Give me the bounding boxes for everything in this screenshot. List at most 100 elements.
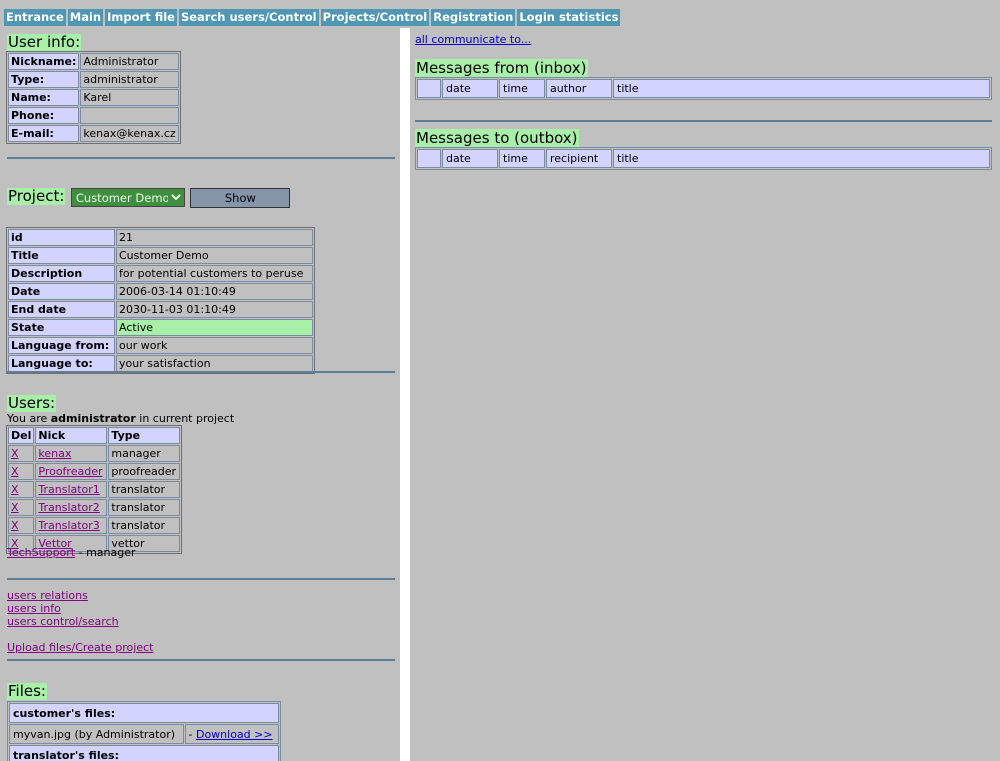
project-select[interactable]: Customer Demo [70, 188, 185, 207]
nav-import-file[interactable]: Import file [105, 9, 177, 26]
inbox-title: Messages from (inbox) [415, 59, 588, 77]
table-row: X Translator3 translator [8, 517, 181, 534]
users-table: Del Nick Type X kenax manager X Proofrea… [6, 425, 183, 554]
nav-login-statistics[interactable]: Login statistics [517, 9, 621, 26]
delete-user-link[interactable]: X [11, 501, 19, 514]
project-row: Title Customer Demo [8, 247, 313, 264]
files-table: customer's files: myvan.jpg (by Administ… [7, 701, 281, 761]
user-nick-link[interactable]: Translator1 [38, 483, 99, 496]
project-id-value: 21 [116, 229, 313, 246]
delete-user-link[interactable]: X [11, 483, 19, 496]
outbox-col-time: time [499, 149, 545, 168]
tech-support-role: - manager [75, 546, 136, 559]
project-row: Language from: our work [8, 337, 313, 354]
user-nick-link[interactable]: Proofreader [38, 465, 102, 478]
user-nick-link[interactable]: Translator2 [38, 501, 99, 514]
col-del: Del [8, 427, 35, 444]
user-info-table: Nickname: Administrator Type: administra… [6, 51, 181, 144]
inbox-col-select [417, 79, 441, 98]
type-label: Type: [8, 71, 80, 88]
user-nick-link[interactable]: Translator3 [38, 519, 99, 532]
delete-user-link[interactable]: X [11, 465, 19, 478]
download-link[interactable]: Download >> [196, 728, 273, 741]
user-type: proofreader [108, 463, 181, 480]
user-type: translator [108, 481, 181, 498]
project-state-value: Active [116, 319, 313, 336]
project-description-value: for potential customers to peruse [116, 265, 313, 282]
divider-line [415, 120, 992, 122]
outbox-table: date time recipient title [415, 147, 992, 170]
user-info-row: Phone: [8, 107, 179, 124]
project-row: End date 2030-11-03 01:10:49 [8, 301, 313, 318]
user-info-row: Type: administrator [8, 71, 179, 88]
divider-line [7, 371, 395, 373]
outbox-col-recipient: recipient [546, 149, 612, 168]
language-from-label: Language from: [8, 337, 115, 354]
user-type: translator [108, 517, 181, 534]
user-info-row: E-mail: kenax@kenax.cz [8, 125, 179, 142]
user-type: manager [108, 445, 181, 462]
users-relations-link[interactable]: users relations [7, 589, 88, 602]
outbox-col-select [417, 149, 441, 168]
outbox-header-row: date time recipient title [417, 149, 990, 168]
divider-line [7, 578, 395, 580]
project-description-label: Description [8, 265, 115, 282]
project-row: Description for potential customers to p… [8, 265, 313, 282]
nav-projects-control[interactable]: Projects/Control [320, 9, 430, 26]
tech-support-link[interactable]: TechSupport [7, 546, 75, 559]
communicate-link[interactable]: all communicate to... [415, 33, 531, 46]
delete-user-link[interactable]: X [11, 519, 19, 532]
upload-files-link[interactable]: Upload files/Create project [7, 641, 153, 654]
project-row: State Active [8, 319, 313, 336]
right-panel: all communicate to... Messages from (inb… [410, 28, 1000, 761]
files-row: myvan.jpg (by Administrator) - Download … [9, 724, 279, 744]
nav-main[interactable]: Main [67, 9, 104, 26]
nav-search-users-control[interactable]: Search users/Control [178, 9, 319, 26]
table-row: X Translator1 translator [8, 481, 181, 498]
users-control-search-link[interactable]: users control/search [7, 615, 119, 628]
project-end-date-label: End date [8, 301, 115, 318]
inbox-col-author: author [546, 79, 612, 98]
users-intro-suffix: in current project [135, 412, 235, 425]
left-panel: User info: Nickname: Administrator Type:… [0, 28, 399, 761]
project-details-table: id 21 Title Customer Demo Description fo… [6, 227, 315, 374]
tech-support-line: TechSupport - manager [7, 546, 136, 559]
outbox-col-title: title [613, 149, 990, 168]
project-id-label: id [8, 229, 115, 246]
users-intro-prefix: You are [7, 412, 51, 425]
file-dash: - [188, 727, 196, 741]
inbox-col-time: time [499, 79, 545, 98]
page: Entrance Main Import file Search users/Cont… [0, 0, 1000, 761]
project-title-label: Title [8, 247, 115, 264]
name-label: Name: [8, 89, 80, 106]
translator-files-label: translator's files: [9, 745, 279, 761]
language-to-value: your satisfaction [116, 355, 313, 372]
col-nick: Nick [35, 427, 108, 444]
user-info-row: Nickname: Administrator [8, 53, 179, 70]
project-date-label: Date [8, 283, 115, 300]
user-type: translator [108, 499, 181, 516]
user-nick-link[interactable]: kenax [38, 447, 71, 460]
inbox-col-title: title [613, 79, 990, 98]
files-row: translator's files: [9, 745, 279, 761]
users-info-link[interactable]: users info [7, 602, 61, 615]
col-type: Type [108, 427, 181, 444]
top-nav: Entrance Main Import file Search users/Cont… [4, 9, 622, 26]
project-title-value: Customer Demo [116, 247, 313, 264]
users-title: Users: [7, 394, 57, 412]
customer-files-label: customer's files: [9, 703, 279, 723]
nav-entrance[interactable]: Entrance [4, 9, 66, 26]
phone-label: Phone: [8, 107, 80, 124]
files-title: Files: [7, 682, 47, 700]
user-links: users relations users info users control… [7, 589, 119, 628]
phone-value [80, 107, 179, 124]
delete-user-link[interactable]: X [11, 447, 19, 460]
project-date-value: 2006-03-14 01:10:49 [116, 283, 313, 300]
nav-registration[interactable]: Registration [431, 9, 516, 26]
nickname-value: Administrator [80, 53, 179, 70]
project-row: Date 2006-03-14 01:10:49 [8, 283, 313, 300]
project-state-label: State [8, 319, 115, 336]
language-to-label: Language to: [8, 355, 115, 372]
show-button[interactable]: Show [190, 188, 291, 208]
user-info-row: Name: Karel [8, 89, 179, 106]
